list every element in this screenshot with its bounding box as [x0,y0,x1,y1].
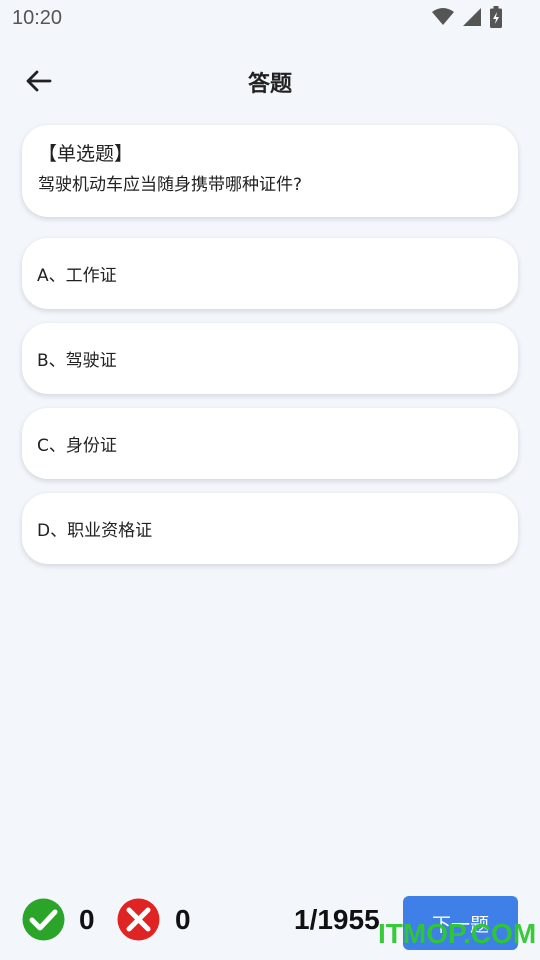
status-icons [432,6,502,28]
battery-icon [490,6,502,28]
option-b[interactable]: B、驾驶证 [22,323,518,394]
option-c[interactable]: C、身份证 [22,408,518,479]
option-label: C、身份证 [37,436,117,456]
option-label: B、驾驶证 [37,351,117,371]
question-card: 【单选题】 驾驶机动车应当随身携带哪种证件? [22,125,518,217]
check-circle-icon [22,898,65,941]
correct-count: 0 [79,904,95,935]
page-title: 答题 [247,72,292,97]
wifi-icon [432,8,454,25]
question-type: 【单选题】 [38,143,134,165]
question-text: 驾驶机动车应当随身携带哪种证件? [38,175,303,195]
signal-icon [463,8,481,26]
wrong-count: 0 [175,904,191,935]
option-d[interactable]: D、职业资格证 [22,493,518,564]
status-time: 10:20 [12,7,63,29]
option-a[interactable]: A、工作证 [22,238,518,309]
option-label: A、工作证 [37,266,117,286]
status-bar: 10:20 [0,0,540,36]
question-progress: 1/1955 [294,904,380,935]
option-label: D、职业资格证 [37,521,153,541]
watermark: ITMOP.COM [378,918,537,949]
app-bar: 答题 [0,56,540,106]
cross-circle-icon [117,898,160,941]
